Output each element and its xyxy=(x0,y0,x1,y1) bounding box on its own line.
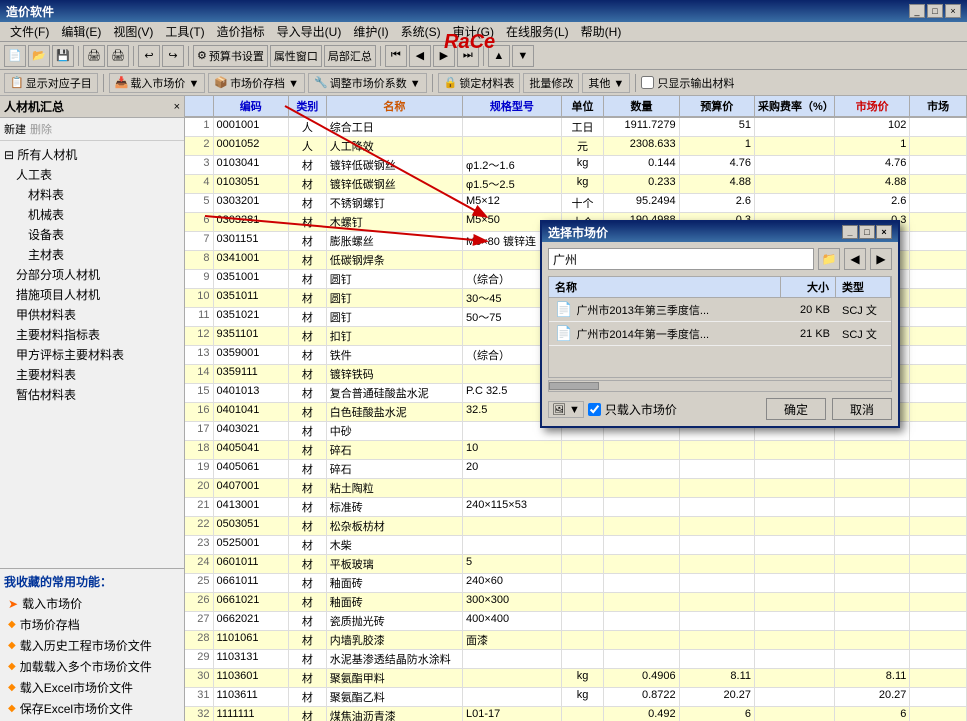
location-input[interactable] xyxy=(548,248,814,270)
modal-file-type-1: SCJ 文 xyxy=(836,301,891,319)
checkbox-label: 只载入市场价 xyxy=(605,401,677,418)
modal-body: 📁 ◀ ▶ 名称 大小 类型 📄 广州市2013年第三季度信... 20 KB … xyxy=(542,242,898,426)
modal-title: 选择市场价 xyxy=(548,224,842,241)
folder-up-button[interactable]: 📁 xyxy=(818,248,840,270)
file-icon-1: 📄 xyxy=(555,301,572,318)
modal-close-button[interactable]: × xyxy=(876,225,892,239)
modal-title-bar: 选择市场价 _ □ × xyxy=(542,222,898,242)
modal-footer: 🖼 ▼ 只载入市场价 确定 取消 xyxy=(548,398,892,420)
modal-cancel-button[interactable]: 取消 xyxy=(832,398,892,420)
modal-toolbar: 📁 ◀ ▶ xyxy=(548,248,892,270)
modal-minimize-button[interactable]: _ xyxy=(842,225,858,239)
modal-col-name: 名称 xyxy=(549,277,781,297)
modal-title-buttons[interactable]: _ □ × xyxy=(842,225,892,239)
modal-file-size-2: 21 KB xyxy=(781,327,836,341)
only-load-market-price-checkbox[interactable] xyxy=(588,403,601,416)
view-icon-button[interactable]: 🖼 ▼ xyxy=(548,401,584,418)
modal-ok-button[interactable]: 确定 xyxy=(766,398,826,420)
modal-scroll-thumb xyxy=(549,382,599,390)
modal-file-row-1[interactable]: 📄 广州市2013年第三季度信... 20 KB SCJ 文 xyxy=(549,298,891,322)
modal-col-type: 类型 xyxy=(836,277,891,297)
modal-file-list: 📄 广州市2013年第三季度信... 20 KB SCJ 文 📄 广州市2014… xyxy=(548,298,892,378)
modal-overlay: 选择市场价 _ □ × 📁 ◀ ▶ 名称 大小 类型 xyxy=(0,0,967,721)
nav-forward-button[interactable]: ▶ xyxy=(870,248,892,270)
modal-file-name-1: 📄 广州市2013年第三季度信... xyxy=(549,300,781,319)
select-market-price-dialog: 选择市场价 _ □ × 📁 ◀ ▶ 名称 大小 类型 xyxy=(540,220,900,428)
modal-maximize-button[interactable]: □ xyxy=(859,225,875,239)
modal-col-size: 大小 xyxy=(781,277,836,297)
modal-file-type-2: SCJ 文 xyxy=(836,325,891,343)
file-icon-2: 📄 xyxy=(555,325,572,342)
modal-scrollbar[interactable] xyxy=(548,380,892,392)
modal-checkbox-area: 🖼 ▼ 只载入市场价 xyxy=(548,401,677,418)
modal-table-header: 名称 大小 类型 xyxy=(548,276,892,298)
modal-file-size-1: 20 KB xyxy=(781,303,836,317)
modal-file-name-2: 📄 广州市2014年第一季度信... xyxy=(549,324,781,343)
modal-file-row-2[interactable]: 📄 广州市2014年第一季度信... 21 KB SCJ 文 xyxy=(549,322,891,346)
nav-back-button[interactable]: ◀ xyxy=(844,248,866,270)
